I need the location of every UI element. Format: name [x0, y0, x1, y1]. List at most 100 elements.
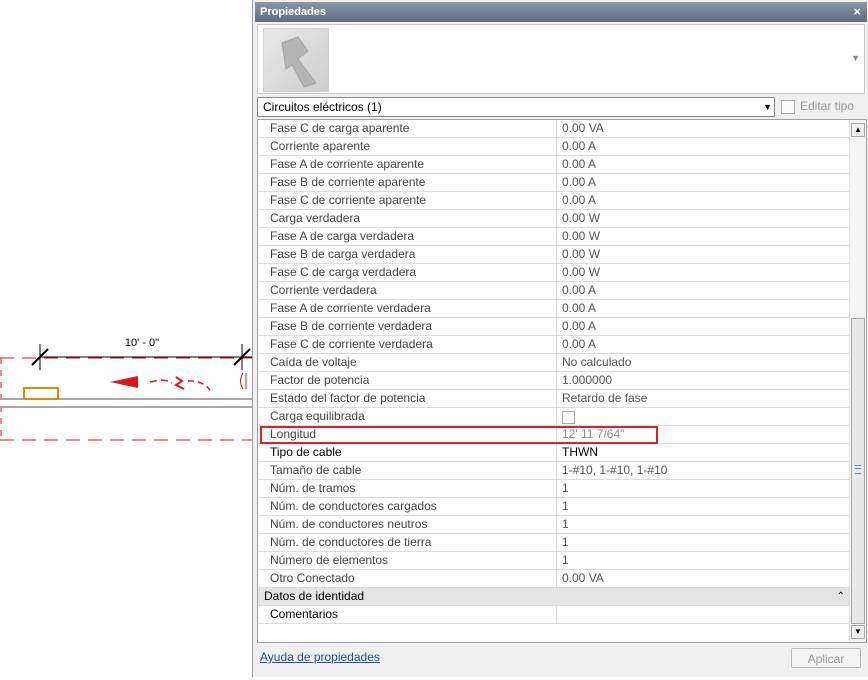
property-row[interactable]: Núm. de tramos 1 [258, 480, 849, 498]
dimension-label[interactable]: 10' - 0" [125, 337, 159, 349]
property-value: 0.00 VA [562, 571, 604, 585]
property-value: 0.00 A [562, 337, 597, 351]
collapse-icon[interactable]: ⌃ [837, 588, 845, 605]
property-name: Carga equilibrada [270, 408, 557, 425]
lightning-icon [174, 376, 185, 390]
family-thumbnail-icon [281, 36, 317, 88]
scroll-down-icon[interactable]: ▼ [851, 625, 865, 639]
property-row[interactable]: Fase A de corriente verdadera 0.00 A [258, 300, 849, 318]
property-value: 0.00 W [562, 247, 601, 261]
property-row[interactable]: Tamaño de cable 1-#10, 1-#10, 1-#10 [258, 462, 849, 480]
balanced-load-checkbox[interactable] [562, 411, 575, 424]
property-row[interactable]: Fase A de carga verdadera 0.00 W [258, 228, 849, 246]
property-value: 0.00 A [562, 193, 597, 207]
grip-icon [855, 465, 861, 474]
property-name: Factor de potencia [270, 372, 557, 389]
property-value: 0.00 A [562, 139, 597, 153]
drawing-svg: 10' - 0" [0, 337, 252, 441]
properties-grid[interactable]: Fase C de carga aparente 0.00 VA Corrient… [257, 119, 867, 643]
property-row[interactable]: Fase B de corriente aparente 0.00 A [258, 174, 849, 192]
property-row[interactable]: Fase C de carga aparente 0.00 VA [258, 120, 849, 138]
property-name: Tipo de cable [270, 444, 557, 461]
property-name: Fase A de carga verdadera [270, 228, 557, 245]
property-value: 0.00 W [562, 265, 601, 279]
property-row[interactable]: Fase C de corriente verdadera 0.00 A [258, 336, 849, 354]
property-value: 0.00 A [562, 319, 597, 333]
edit-type-label: Editar tipo [800, 99, 855, 113]
property-row[interactable]: Fase C de corriente aparente 0.00 A [258, 192, 849, 210]
vertical-scrollbar[interactable]: ▲ ▼ [849, 120, 866, 642]
property-row[interactable]: Núm. de conductores de tierra 1 [258, 534, 849, 552]
property-name: Corriente aparente [270, 138, 557, 155]
panel-connector-icon [240, 372, 244, 390]
type-selector-dropdown[interactable]: Circuitos eléctricos (1) ▼ [257, 97, 775, 117]
property-value: 1 [562, 553, 569, 567]
electrical-device[interactable] [23, 387, 59, 400]
property-name: Fase B de carga verdadera [270, 246, 557, 263]
scroll-thumb[interactable] [851, 318, 865, 624]
scroll-up-icon[interactable]: ▲ [851, 123, 865, 137]
panel-titlebar[interactable]: Propiedades × [255, 2, 867, 22]
property-row[interactable]: Factor de potencia 1.000000 [258, 372, 849, 390]
property-value: THWN [562, 445, 598, 459]
edit-type-button[interactable]: Editar tipo [781, 97, 865, 117]
property-name: Núm. de conductores cargados [270, 498, 557, 515]
close-icon[interactable]: × [853, 2, 861, 22]
apply-button[interactable]: Aplicar [791, 648, 861, 668]
property-value: 1 [562, 535, 569, 549]
property-name: Fase A de corriente verdadera [270, 300, 557, 317]
property-row[interactable]: Estado del factor de potencia Retardo de … [258, 390, 849, 408]
property-name: Fase B de corriente verdadera [270, 318, 557, 335]
property-value: 12' 11 7/64" [562, 427, 625, 441]
property-name: Núm. de conductores de tierra [270, 534, 557, 551]
property-row[interactable]: Carga equilibrada [258, 408, 849, 426]
property-value: Retardo de fase [562, 391, 648, 405]
property-row[interactable]: Fase C de carga verdadera 0.00 W [258, 264, 849, 282]
property-value: No calculado [562, 355, 632, 369]
panel-title: Propiedades [260, 6, 327, 18]
dropdown-arrow-icon[interactable]: ▼ [763, 98, 772, 116]
property-row[interactable]: Carga verdadera 0.00 W [258, 210, 849, 228]
property-name: Otro Conectado [270, 570, 557, 587]
group-title: Datos de identidad [264, 589, 365, 603]
wire-path[interactable] [149, 379, 173, 384]
property-name: Núm. de conductores neutros [270, 516, 557, 533]
property-row[interactable]: Núm. de conductores cargados 1 [258, 498, 849, 516]
property-value: 0.00 A [562, 283, 597, 297]
property-value: 0.00 VA [562, 121, 604, 135]
property-value: 0.00 W [562, 229, 601, 243]
property-row[interactable]: Fase A de corriente aparente 0.00 A [258, 156, 849, 174]
property-row[interactable]: Tipo de cable THWN [258, 444, 849, 462]
type-preview: ▼ [257, 24, 865, 94]
property-name: Fase C de corriente verdadera [270, 336, 557, 353]
wire-path-end [187, 380, 211, 391]
property-name: Estado del factor de potencia [270, 390, 557, 407]
property-row[interactable]: Corriente aparente 0.00 A [258, 138, 849, 156]
property-value: 1-#10, 1-#10, 1-#10 [562, 463, 668, 477]
property-name: Comentarios [270, 606, 557, 623]
group-header-identity[interactable]: Datos de identidad ⌃ [258, 588, 849, 606]
chevron-down-icon[interactable]: ▼ [851, 53, 860, 63]
property-name: Fase C de carga verdadera [270, 264, 557, 281]
property-name: Fase B de corriente aparente [270, 174, 557, 191]
property-row[interactable]: Caída de voltaje No calculado [258, 354, 849, 372]
property-row-length[interactable]: Longitud 12' 11 7/64" [258, 426, 849, 444]
property-name: Tamaño de cable [270, 462, 557, 479]
properties-help-link[interactable]: Ayuda de propiedades [260, 650, 380, 664]
property-value: 1 [562, 517, 569, 531]
property-row-comments[interactable]: Comentarios [258, 606, 849, 624]
property-name: Caída de voltaje [270, 354, 557, 371]
property-row[interactable]: Número de elementos 1 [258, 552, 849, 570]
type-selector-value: Circuitos eléctricos (1) [263, 100, 382, 114]
drawing-canvas[interactable]: 10' - 0" [0, 0, 252, 677]
property-value: 0.00 A [562, 157, 597, 171]
property-row[interactable]: Otro Conectado 0.00 VA [258, 570, 849, 588]
property-row[interactable]: Corriente verdadera 0.00 A [258, 282, 849, 300]
property-value: 1.000000 [562, 373, 613, 387]
property-row[interactable]: Fase B de corriente verdadera 0.00 A [258, 318, 849, 336]
wire-arrow-icon [110, 376, 138, 388]
properties-rows: Fase C de carga aparente 0.00 VA Corrient… [258, 120, 849, 624]
property-row[interactable]: Núm. de conductores neutros 1 [258, 516, 849, 534]
property-name: Núm. de tramos [270, 480, 557, 497]
property-row[interactable]: Fase B de carga verdadera 0.00 W [258, 246, 849, 264]
